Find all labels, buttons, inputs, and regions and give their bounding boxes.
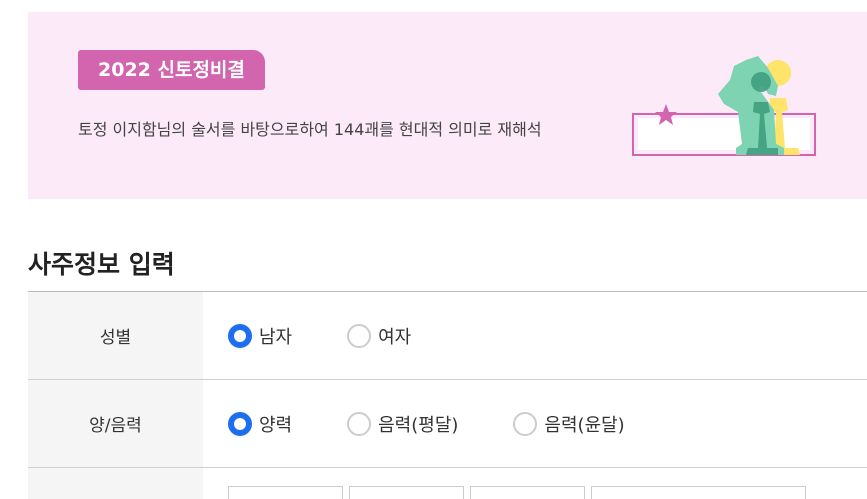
calendar-lunar-normal-radio[interactable]: 음력(평달) bbox=[347, 411, 458, 437]
calendar-label: 양/음력 bbox=[28, 380, 203, 467]
radio-checked-icon bbox=[228, 323, 252, 348]
page-title: 사주정보 입력 bbox=[28, 250, 175, 279]
birthdate-fields bbox=[203, 468, 867, 499]
radio-unchecked-icon bbox=[513, 411, 538, 436]
banner-badge: 2022 신토정비결 bbox=[78, 50, 265, 90]
gender-row: 성별 남자 여자 bbox=[28, 292, 867, 380]
calendar-solar-radio[interactable]: 양력 bbox=[228, 411, 292, 437]
birthdate-label bbox=[28, 468, 203, 499]
month-select[interactable] bbox=[349, 486, 464, 499]
gender-options: 남자 여자 bbox=[203, 292, 867, 379]
calendar-lunar-leap-radio[interactable]: 음력(윤달) bbox=[513, 411, 625, 437]
radio-label: 음력(평달) bbox=[378, 414, 459, 436]
radio-unchecked-icon bbox=[347, 411, 372, 436]
radio-unchecked-icon bbox=[347, 323, 372, 348]
radio-label: 남자 bbox=[259, 326, 293, 348]
radio-label: 양력 bbox=[259, 414, 293, 436]
gender-label: 성별 bbox=[28, 292, 203, 379]
time-select[interactable] bbox=[591, 486, 806, 499]
chess-knight-pawn-illustration-icon bbox=[632, 56, 816, 156]
calendar-options: 양력 음력(평달) 음력(윤달) bbox=[203, 380, 867, 467]
gender-female-radio[interactable]: 여자 bbox=[347, 323, 411, 349]
gender-male-radio[interactable]: 남자 bbox=[228, 323, 292, 349]
day-select[interactable] bbox=[470, 486, 585, 499]
banner-description: 토정 이지함님의 술서를 바탕으로하여 144괘를 현대적 의미로 재해석 bbox=[78, 120, 542, 139]
saju-info-form: 성별 남자 여자 양/음력 양력 음력(평달) 음력(윤달) bbox=[28, 291, 867, 499]
calendar-row: 양/음력 양력 음력(평달) 음력(윤달) bbox=[28, 380, 867, 468]
birthdate-row bbox=[28, 468, 867, 499]
radio-label: 음력(윤달) bbox=[544, 414, 625, 436]
year-select[interactable] bbox=[228, 486, 343, 499]
promo-banner: 2022 신토정비결 토정 이지함님의 술서를 바탕으로하여 144괘를 현대적… bbox=[28, 12, 867, 199]
radio-label: 여자 bbox=[378, 326, 412, 348]
radio-checked-icon bbox=[228, 411, 252, 436]
